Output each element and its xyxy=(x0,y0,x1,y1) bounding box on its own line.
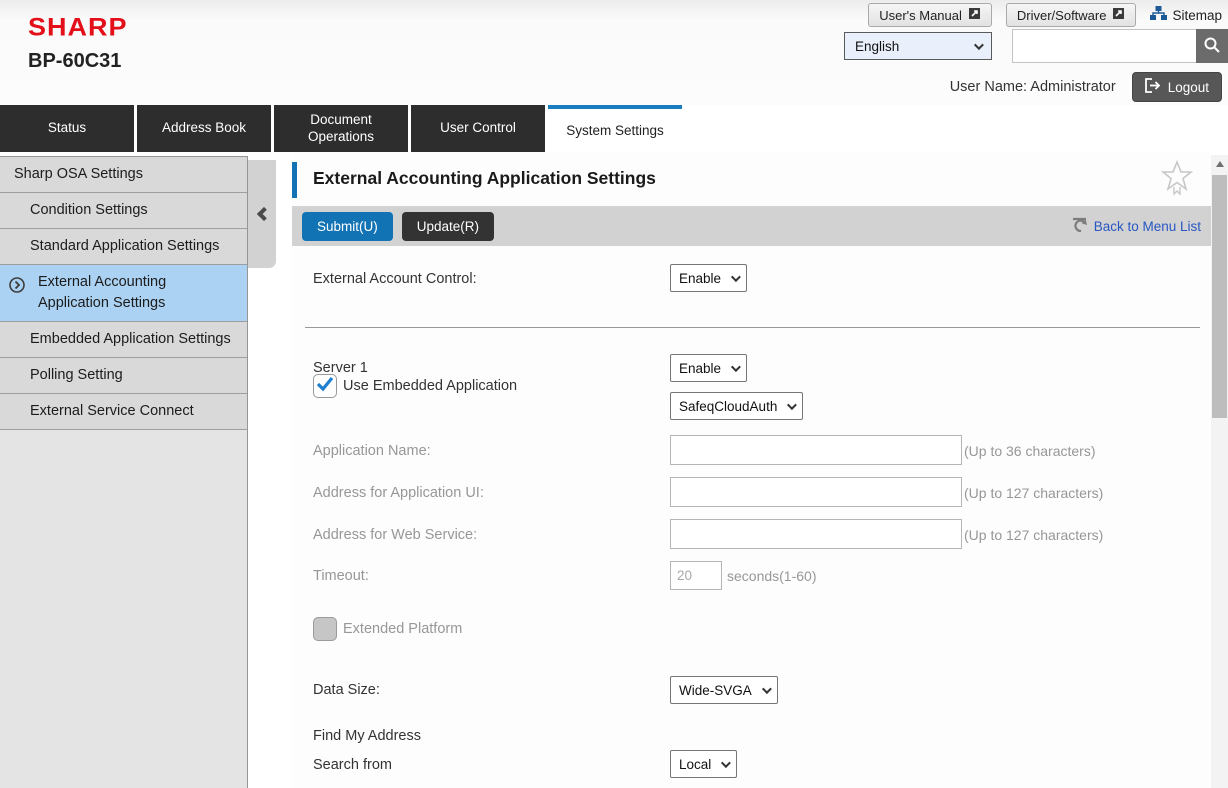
application-name-label: Application Name: xyxy=(313,443,431,459)
submit-button[interactable]: Submit(U) xyxy=(302,212,393,241)
search-from-label: Search from xyxy=(313,757,392,773)
sidebar-collapse-button[interactable] xyxy=(248,160,276,268)
tab-document-operations[interactable]: Document Operations xyxy=(274,105,408,152)
driver-software-button[interactable]: Driver/Software xyxy=(1006,3,1137,27)
action-toolbar: Submit(U) Update(R) Back to Menu List xyxy=(292,206,1211,246)
address-web-service-input[interactable] xyxy=(670,519,962,549)
server1-select[interactable]: Enable xyxy=(670,354,747,382)
search-from-value: Local xyxy=(679,757,711,772)
sidebar-item-standard-application-settings[interactable]: Standard Application Settings xyxy=(0,229,247,265)
external-link-icon xyxy=(968,7,981,23)
sidebar-item-external-service-connect[interactable]: External Service Connect xyxy=(0,394,247,430)
header-links: User's Manual Driver/Software Sitemap xyxy=(868,3,1222,27)
update-button[interactable]: Update(R) xyxy=(402,212,494,241)
language-select[interactable]: English xyxy=(844,32,992,60)
sidebar-item-embedded-application-settings[interactable]: Embedded Application Settings xyxy=(0,322,247,358)
logout-button[interactable]: Logout xyxy=(1132,72,1222,102)
return-arrow-icon xyxy=(1071,216,1088,236)
use-embedded-application-label: Use Embedded Application xyxy=(343,378,517,394)
sidebar-item-polling-setting[interactable]: Polling Setting xyxy=(0,358,247,394)
search-area xyxy=(1012,29,1228,63)
address-application-ui-input[interactable] xyxy=(670,477,962,507)
chevron-down-icon xyxy=(787,400,797,410)
section-divider xyxy=(305,327,1200,328)
external-account-control-value: Enable xyxy=(679,271,721,286)
tab-user-control[interactable]: User Control xyxy=(411,105,545,152)
address-web-service-label: Address for Web Service: xyxy=(313,527,477,543)
back-to-menu-label: Back to Menu List xyxy=(1094,219,1201,234)
embedded-application-select[interactable]: SafeqCloudAuth xyxy=(670,392,803,420)
check-icon xyxy=(316,376,334,397)
header-controls: English xyxy=(844,29,1228,63)
search-button[interactable] xyxy=(1196,29,1228,63)
data-size-label: Data Size: xyxy=(313,682,380,698)
tab-status[interactable]: Status xyxy=(0,105,134,152)
chevron-down-icon xyxy=(762,684,772,694)
triangle-up-icon xyxy=(1216,161,1224,167)
timeout-input[interactable] xyxy=(670,561,722,590)
data-size-value: Wide-SVGA xyxy=(679,683,752,698)
timeout-label: Timeout: xyxy=(313,568,369,584)
user-area: User Name: Administrator Logout xyxy=(950,72,1222,102)
sidebar-item-label: External Accounting Application Settings xyxy=(38,274,166,311)
title-bar: External Accounting Application Settings xyxy=(292,152,1211,206)
use-embedded-application-checkbox[interactable] xyxy=(313,374,337,398)
users-manual-label: User's Manual xyxy=(879,8,962,23)
settings-form: External Account Control: Enable Server … xyxy=(292,246,1211,788)
back-to-menu-link[interactable]: Back to Menu List xyxy=(1071,216,1201,236)
favorite-star-icon[interactable] xyxy=(1161,160,1193,201)
chevron-down-icon xyxy=(731,362,741,372)
tab-system-settings[interactable]: System Settings xyxy=(548,105,682,153)
users-manual-button[interactable]: User's Manual xyxy=(868,3,992,27)
extended-platform-label: Extended Platform xyxy=(343,621,462,637)
sitemap-link[interactable]: Sitemap xyxy=(1150,6,1222,24)
circle-arrow-icon xyxy=(9,277,25,293)
extended-platform-checkbox[interactable] xyxy=(313,617,337,641)
driver-software-label: Driver/Software xyxy=(1017,8,1107,23)
search-input[interactable] xyxy=(1012,29,1196,63)
external-link-icon xyxy=(1112,7,1125,23)
sidebar-item-condition-settings[interactable]: Condition Settings xyxy=(0,193,247,229)
chevron-left-icon xyxy=(257,207,271,221)
model-number: BP-60C31 xyxy=(28,50,121,73)
sidebar-item-sharp-osa-settings[interactable]: Sharp OSA Settings xyxy=(0,157,247,193)
data-size-select[interactable]: Wide-SVGA xyxy=(670,676,778,704)
user-name-label: User Name: Administrator xyxy=(950,79,1116,95)
header: SHARP BP-60C31 User's Manual Driver/Soft… xyxy=(0,0,1228,105)
language-value: English xyxy=(855,39,899,54)
chevron-down-icon xyxy=(731,272,741,282)
main-tabs: Status Address Book Document Operations … xyxy=(0,105,682,153)
address-application-ui-label: Address for Application UI: xyxy=(313,485,484,501)
external-account-control-select[interactable]: Enable xyxy=(670,264,747,292)
scroll-up-button[interactable] xyxy=(1211,155,1228,172)
server1-value: Enable xyxy=(679,361,721,376)
external-account-control-label: External Account Control: xyxy=(313,271,477,287)
page-title: External Accounting Application Settings xyxy=(313,168,656,189)
vertical-scrollbar xyxy=(1211,155,1228,788)
tab-address-book[interactable]: Address Book xyxy=(137,105,271,152)
search-icon xyxy=(1203,36,1221,57)
address-web-service-hint: (Up to 127 characters) xyxy=(964,527,1103,543)
address-application-ui-hint: (Up to 127 characters) xyxy=(964,485,1103,501)
main-content: External Accounting Application Settings… xyxy=(292,152,1211,788)
application-name-hint: (Up to 36 characters) xyxy=(964,443,1096,459)
sitemap-label: Sitemap xyxy=(1172,8,1222,23)
page: SHARP BP-60C31 User's Manual Driver/Soft… xyxy=(0,0,1228,788)
application-name-input[interactable] xyxy=(670,435,962,465)
sitemap-icon xyxy=(1150,6,1167,24)
scrollbar-thumb[interactable] xyxy=(1212,175,1227,418)
logout-icon xyxy=(1145,78,1161,96)
sidebar: Sharp OSA Settings Condition Settings St… xyxy=(0,156,248,788)
embedded-application-value: SafeqCloudAuth xyxy=(679,399,777,414)
chevron-down-icon xyxy=(974,40,984,50)
logout-label: Logout xyxy=(1168,80,1209,95)
sidebar-item-external-accounting-application-settings[interactable]: External Accounting Application Settings xyxy=(0,265,247,322)
title-accent-bar xyxy=(292,162,297,198)
find-my-address-label: Find My Address xyxy=(313,728,421,744)
search-from-select[interactable]: Local xyxy=(670,750,737,778)
sharp-logo: SHARP xyxy=(28,13,128,42)
chevron-down-icon xyxy=(721,758,731,768)
timeout-hint: seconds(1-60) xyxy=(727,568,817,584)
